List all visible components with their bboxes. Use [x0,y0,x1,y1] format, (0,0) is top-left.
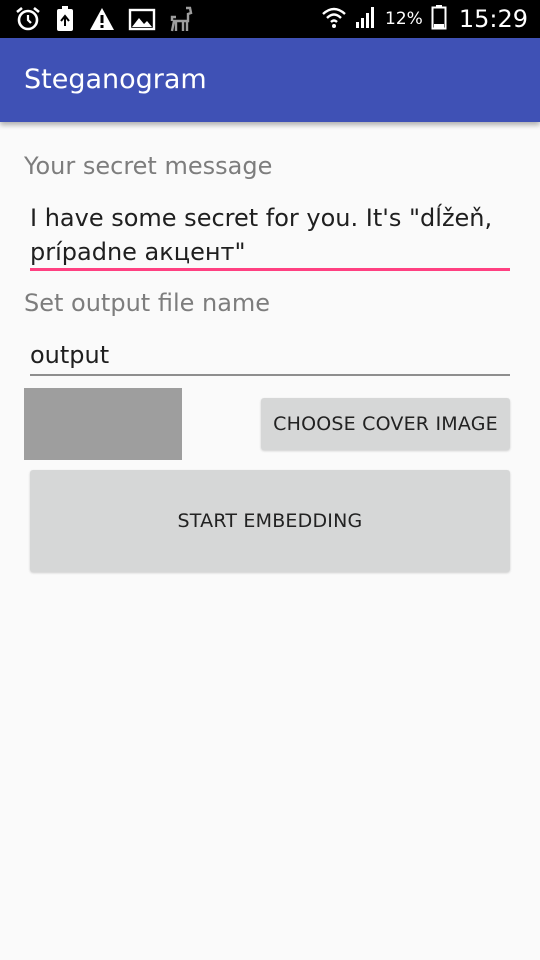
choose-cover-image-button[interactable]: CHOOSE COVER IMAGE [261,398,510,450]
app-bar: Steganogram [0,38,540,122]
battery-icon [431,4,447,34]
warning-icon [88,5,116,37]
cover-image-preview [24,388,182,460]
clock: 15:29 [458,5,528,33]
signal-icon [355,4,377,34]
output-filename-input[interactable]: output [30,338,510,372]
llama-icon [168,5,194,37]
image-icon [128,5,156,37]
secret-message-underline [30,268,510,271]
system-icons: 12% 15:29 [321,0,528,38]
secret-message-input[interactable]: I have some secret for you. It's "dĺžeň,… [30,201,510,269]
secret-message-label: Your secret message [24,152,273,180]
alarm-icon [14,5,42,37]
wifi-icon [321,4,347,34]
app-title: Steganogram [24,64,207,95]
battery-saver-icon [54,5,76,37]
battery-percent: 12% [385,9,423,29]
notification-icons [14,5,194,37]
output-filename-label: Set output file name [24,289,271,317]
start-embedding-button[interactable]: START EMBEDDING [30,470,510,572]
status-bar: 12% 15:29 [0,0,540,38]
output-filename-underline [30,374,510,376]
